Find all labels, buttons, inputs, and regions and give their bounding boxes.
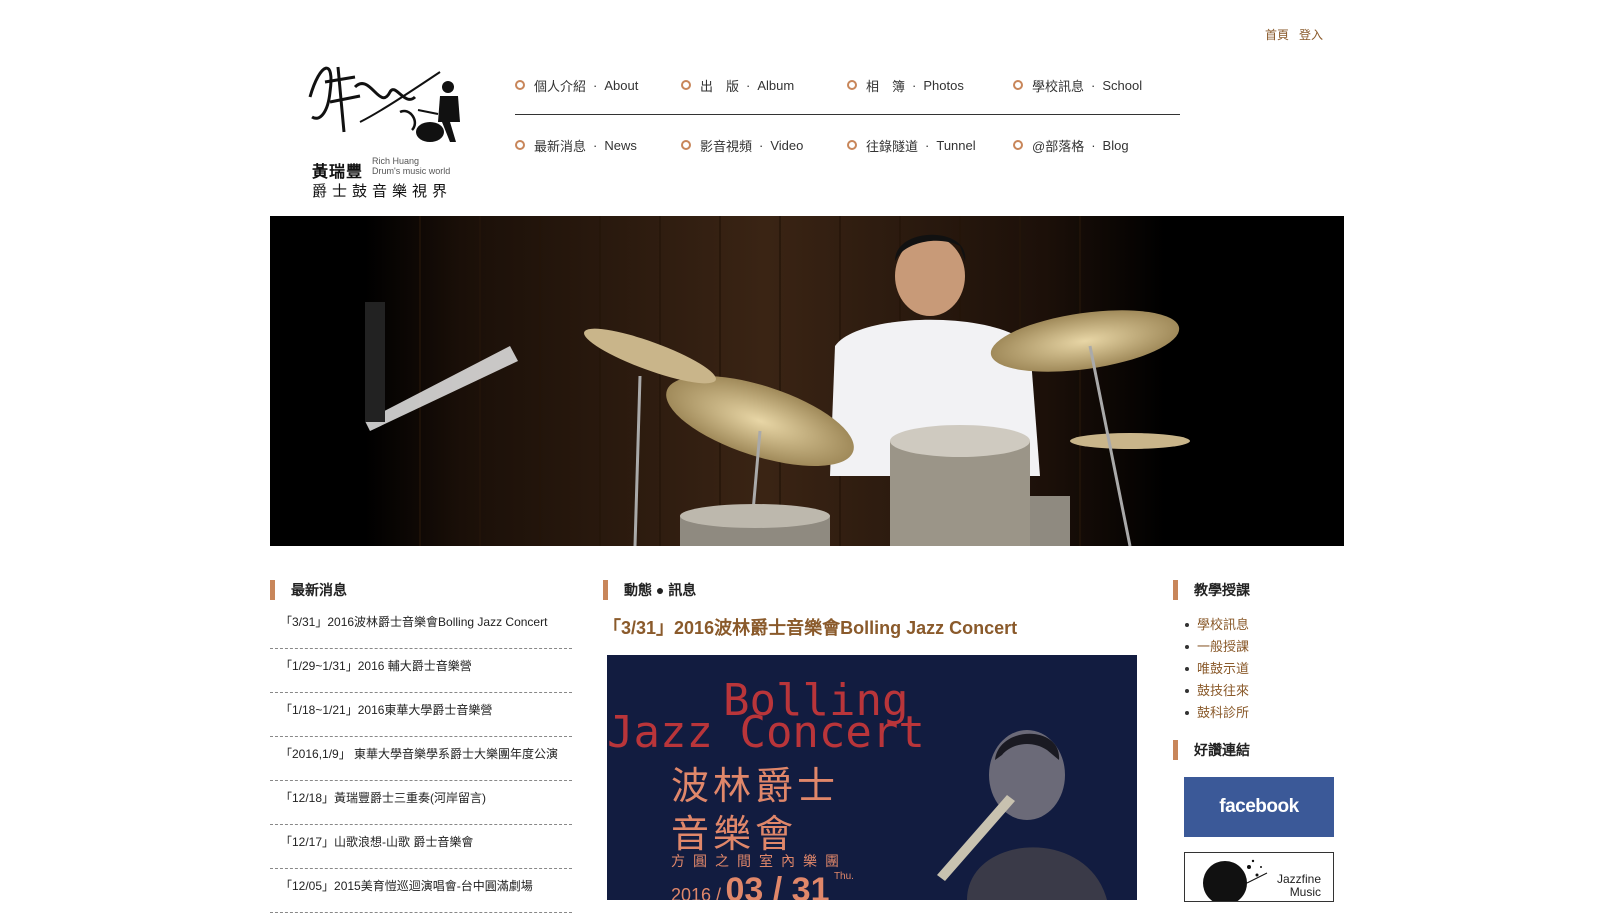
teaching-link[interactable]: 鼓科診所 [1184, 702, 1249, 724]
teaching-link[interactable]: 學校訊息 [1184, 614, 1249, 636]
nav-label-en: Tunnel [936, 137, 976, 153]
nav-label-zh: 最新消息 [534, 138, 587, 154]
concert-poster: Bolling Jazz Concert 波林爵士 音樂會 方圓之間室內樂團 2… [607, 655, 1137, 900]
nav-label-zh: 個人介紹 [534, 78, 587, 94]
poster-year: 2016 / [671, 885, 722, 900]
nav-item-photos[interactable]: 相 簿 · Photos [847, 74, 1013, 96]
poster-subtitle: 方圓之間室內樂團 [671, 853, 847, 869]
nav-label-zh: 相 簿 [866, 78, 906, 94]
ring-bullet-icon [515, 140, 525, 150]
nav-label-zh: 出 版 [700, 78, 740, 94]
nav-item-video[interactable]: 影音視頻 · Video [681, 134, 847, 156]
nav-label-en: School [1102, 77, 1143, 93]
jazzfine-logo-icon [1203, 859, 1268, 901]
poster-date: 2016 / 03 / 31 Thu. [671, 871, 854, 900]
jazzfine-text: Jazzfine Music [1277, 873, 1321, 899]
nav-label-zh: 影音視頻 [700, 138, 753, 154]
nav-item-school[interactable]: 學校訊息 · School [1013, 74, 1179, 96]
poster-zh-line2: 音樂會 [671, 814, 798, 856]
nav-label-en: Blog [1102, 137, 1129, 153]
nav-label-en: About [604, 77, 639, 93]
ring-bullet-icon [847, 140, 857, 150]
news-item[interactable]: 「12/17」山歌浪想-山歌 爵士音樂會 [270, 825, 572, 869]
teaching-link[interactable]: 鼓技往來 [1184, 680, 1249, 702]
jazzfine-music-link[interactable]: Jazzfine Music [1184, 852, 1334, 902]
ring-bullet-icon [1013, 80, 1023, 90]
logo-name-en-line1: Rich Huang [372, 156, 420, 166]
nav-item-album[interactable]: 出 版 · Album [681, 74, 847, 96]
nav-separator: · [593, 77, 598, 93]
ring-bullet-icon [681, 80, 691, 90]
poster-zh-line1: 波林爵士 [671, 766, 840, 808]
poster-month-day: 03 / 31 [725, 871, 830, 900]
news-item[interactable]: 「1/18~1/21」2016東華大學爵士音樂營 [270, 693, 572, 737]
nav-label-zh: @部落格 [1032, 138, 1085, 154]
login-link[interactable]: 登入 [1299, 28, 1323, 42]
links-heading: 好讚連結 [1173, 740, 1250, 760]
teaching-list: 學校訊息 一般授課 唯鼓示道 鼓技往來 鼓科診所 [1184, 614, 1249, 724]
news-item[interactable]: 「1/29~1/31」2016 輔大爵士音樂營 [270, 649, 572, 693]
news-item[interactable]: 「12/05」2015美育愷巡迴演唱會-台中圓滿劇場 [270, 869, 572, 913]
nav-item-news[interactable]: 最新消息 · News [515, 134, 681, 156]
nav-label-en: Album [757, 77, 795, 93]
teaching-link[interactable]: 一般授課 [1184, 636, 1249, 658]
top-links: 首頁 登入 [1265, 26, 1333, 43]
news-item[interactable]: 「2016,1/9」 東華大學音樂學系爵士大樂團年度公演 [270, 737, 572, 781]
logo-name-zh: 黃瑞豐 [312, 162, 364, 181]
signature-drummer-logo-icon [308, 66, 460, 142]
nav-separator: · [1091, 77, 1096, 93]
nav-label-en: News [604, 137, 637, 153]
nav-label-zh: 學校訊息 [1032, 78, 1085, 94]
ring-bullet-icon [847, 80, 857, 90]
nav-separator: · [925, 137, 930, 153]
news-heading: 最新消息 [270, 580, 347, 600]
nav-item-tunnel[interactable]: 往錄隧道 · Tunnel [847, 134, 1013, 156]
jazzfine-text-line2: Music [1289, 885, 1322, 899]
poster-en-line2: Jazz Concert [607, 707, 925, 758]
logo-name-en: Rich Huang Drum's music world [372, 156, 450, 176]
news-item[interactable]: 「3/31」2016波林爵士音樂會Bolling Jazz Concert [270, 605, 572, 649]
nav-separator: · [759, 137, 764, 153]
logo-tagline: 爵士鼓音樂視界 [312, 182, 453, 200]
nav-item-about[interactable]: 個人介紹 · About [515, 74, 681, 96]
facebook-link[interactable]: facebook [1184, 777, 1334, 837]
nav-label-en: Video [770, 137, 804, 153]
nav-divider [515, 114, 1180, 115]
updates-heading: 動態 ● 訊息 [603, 580, 696, 600]
nav-label-zh: 往錄隧道 [866, 138, 919, 154]
news-list: 「3/31」2016波林爵士音樂會Bolling Jazz Concert 「1… [270, 605, 572, 913]
poster-weekday: Thu. [833, 871, 854, 882]
site-logo[interactable]: 黃瑞豐 Rich Huang Drum's music world 爵士鼓音樂視… [300, 52, 470, 202]
ring-bullet-icon [681, 140, 691, 150]
home-link[interactable]: 首頁 [1265, 28, 1289, 42]
article-title[interactable]: 「3/31」2016波林爵士音樂會Bolling Jazz Concert [603, 614, 1017, 640]
ring-bullet-icon [515, 80, 525, 90]
nav-separator: · [1091, 137, 1096, 153]
news-item[interactable]: 「12/18」黃瑞豐爵士三重奏(河岸留言) [270, 781, 572, 825]
nav-separator: · [746, 77, 751, 93]
nav-row-1: 個人介紹 · About 出 版 · Album 相 簿 · Photos 學校… [515, 74, 1180, 96]
drummer-photo-icon [270, 216, 1344, 546]
nav-separator: · [593, 137, 598, 153]
teaching-link[interactable]: 唯鼓示道 [1184, 658, 1249, 680]
nav-label-en: Photos [923, 77, 964, 93]
ring-bullet-icon [1013, 140, 1023, 150]
nav-item-blog[interactable]: @部落格 · Blog [1013, 134, 1179, 156]
hero-banner [270, 216, 1344, 546]
teaching-heading: 教學授課 [1173, 580, 1250, 600]
logo-name-en-line2: Drum's music world [372, 166, 451, 176]
nav-separator: · [912, 77, 917, 93]
main-nav: 個人介紹 · About 出 版 · Album 相 簿 · Photos 學校… [515, 74, 1180, 156]
nav-row-2: 最新消息 · News 影音視頻 · Video 往錄隧道 · Tunnel @… [515, 134, 1180, 156]
